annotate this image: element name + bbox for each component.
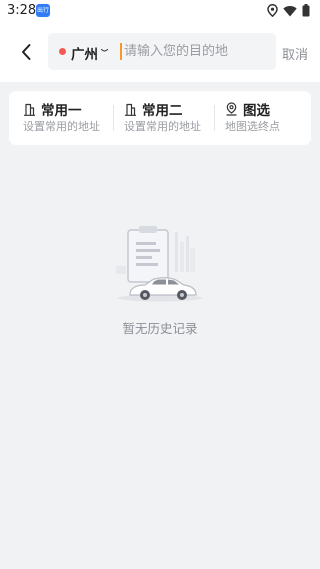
status-time: 3:28 bbox=[7, 3, 37, 18]
search-header: 广州 取消 bbox=[0, 22, 320, 82]
empty-state-text: 暂无历史记录 bbox=[122, 321, 198, 336]
chevron-down-icon[interactable] bbox=[100, 46, 109, 55]
quick-link-favorite-2[interactable]: 常用二 设置常用的地址 bbox=[124, 91, 210, 145]
city-selector[interactable]: 广州 bbox=[71, 43, 98, 63]
quick-link-favorite-1[interactable]: 常用一 设置常用的地址 bbox=[23, 91, 109, 145]
building-icon bbox=[125, 103, 136, 116]
divider bbox=[113, 105, 114, 131]
search-box: 广州 bbox=[48, 33, 276, 70]
quick-link-subtitle: 设置常用的地址 bbox=[23, 120, 100, 133]
quick-links-card: 常用一 设置常用的地址 常用二 设置常用的地址 图选 地图选终点 bbox=[9, 91, 311, 145]
status-icons bbox=[267, 4, 310, 17]
divider bbox=[214, 105, 215, 131]
status-bar: 3:28 出行 bbox=[0, 0, 320, 22]
building-icon bbox=[24, 103, 35, 116]
chevron-left-icon bbox=[22, 44, 31, 60]
app-notification-icon: 出行 bbox=[36, 4, 50, 17]
quick-link-title: 常用一 bbox=[41, 103, 82, 119]
city-indicator-dot bbox=[59, 48, 66, 55]
battery-icon bbox=[302, 4, 310, 17]
quick-link-title: 常用二 bbox=[142, 103, 183, 119]
wifi-icon bbox=[283, 5, 297, 17]
quick-link-map-select[interactable]: 图选 地图选终点 bbox=[225, 91, 305, 145]
back-button[interactable] bbox=[12, 38, 40, 66]
text-cursor bbox=[120, 43, 122, 60]
map-pin-icon bbox=[226, 102, 237, 116]
quick-link-subtitle: 地图选终点 bbox=[225, 120, 280, 133]
quick-link-subtitle: 设置常用的地址 bbox=[124, 120, 201, 133]
clipboard-car-illustration bbox=[116, 226, 202, 302]
destination-input[interactable] bbox=[124, 37, 272, 66]
location-icon bbox=[267, 4, 278, 17]
cancel-button[interactable]: 取消 bbox=[282, 44, 308, 63]
quick-link-title: 图选 bbox=[243, 103, 270, 119]
